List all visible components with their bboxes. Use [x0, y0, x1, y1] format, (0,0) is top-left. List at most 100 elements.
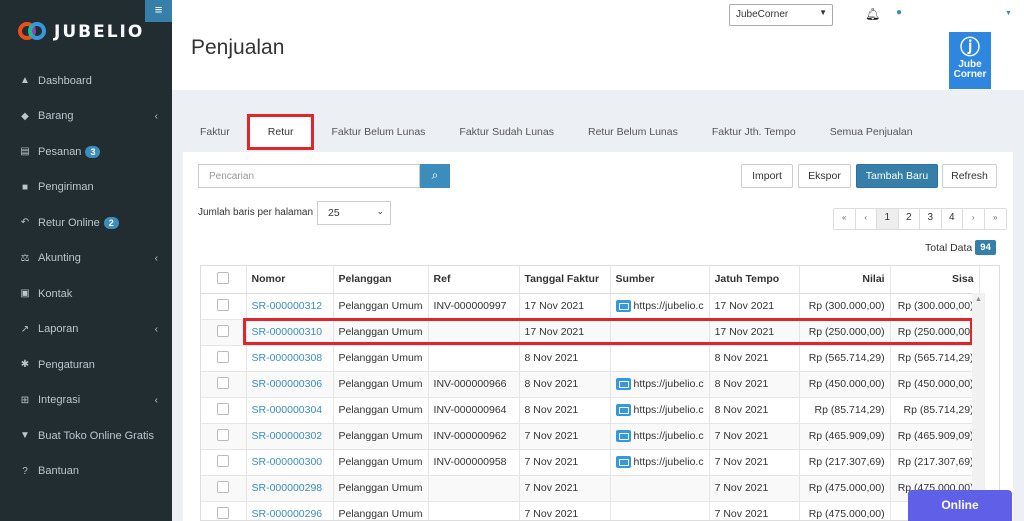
- column-header[interactable]: Nilai: [799, 266, 891, 294]
- hamburger-menu-icon[interactable]: ≡: [145, 0, 172, 22]
- column-header[interactable]: Sisa: [890, 266, 980, 294]
- cell-nomor[interactable]: SR-000000302: [246, 423, 334, 450]
- tab-faktur[interactable]: Faktur: [183, 114, 247, 150]
- row-checkbox[interactable]: [217, 298, 230, 311]
- sidebar-item-pengaturan[interactable]: ✱ Pengaturan: [0, 347, 172, 383]
- row-checkbox[interactable]: [217, 324, 230, 337]
- table-row[interactable]: SR-000000300 Pelanggan Umum INV-000000958 7…: [201, 449, 980, 476]
- cell-tanggal: 17 Nov 2021: [519, 293, 611, 320]
- row-checkbox[interactable]: [217, 376, 230, 389]
- column-header[interactable]: Nomor: [246, 266, 334, 294]
- column-header[interactable]: Tanggal Faktur: [519, 266, 611, 294]
- pagination-page[interactable]: 3: [920, 209, 942, 229]
- column-header[interactable]: Pelanggan: [333, 266, 429, 294]
- export-button[interactable]: Ekspor: [798, 164, 851, 188]
- sales-tabs: Faktur Retur Faktur Belum Lunas Faktur Suda…: [183, 114, 1013, 150]
- store-select-value: JubeCorner: [736, 9, 789, 20]
- row-select-cell: [201, 397, 247, 424]
- cell-nomor[interactable]: SR-000000304: [246, 397, 334, 424]
- table-row[interactable]: SR-000000308 Pelanggan Umum 8 Nov 2021 8 No…: [201, 345, 980, 372]
- cell-nomor[interactable]: SR-000000296: [246, 501, 334, 520]
- cell-pelanggan: Pelanggan Umum: [333, 423, 429, 450]
- cell-pelanggan: Pelanggan Umum: [333, 475, 429, 502]
- sidebar-item-label: Integrasi: [38, 394, 81, 407]
- cell-pelanggan: Pelanggan Umum: [333, 397, 429, 424]
- question-circle-icon: ?: [22, 465, 28, 477]
- sidebar-item-integrasi[interactable]: ⊞ Integrasi ‹: [0, 383, 172, 419]
- table-row[interactable]: SR-000000298 Pelanggan Umum 7 Nov 2021 7 No…: [201, 475, 980, 502]
- table-row[interactable]: SR-000000310 Pelanggan Umum 17 Nov 2021 17 …: [201, 319, 980, 346]
- table-row[interactable]: SR-000000306 Pelanggan Umum INV-000000966 8…: [201, 371, 980, 398]
- column-header[interactable]: Sumber: [610, 266, 710, 294]
- cell-nomor[interactable]: SR-000000310: [246, 319, 334, 346]
- sidebar-item-dashboard[interactable]: ▲ Dashboard: [0, 63, 172, 99]
- scroll-up-icon[interactable]: ▲: [972, 293, 985, 306]
- sidebar-item-label: Buat Toko Online Gratis: [38, 429, 154, 442]
- tab-faktur-belum-lunas[interactable]: Faktur Belum Lunas: [314, 114, 442, 150]
- sidebar-item-akunting[interactable]: ⚖ Akunting ‹: [0, 241, 172, 277]
- pagination-page[interactable]: 4: [941, 209, 963, 229]
- sidebar-item-laporan[interactable]: ↗ Laporan ‹: [0, 312, 172, 348]
- store-select[interactable]: JubeCorner ▼: [729, 4, 833, 26]
- add-new-button[interactable]: Tambah Baru: [856, 164, 938, 188]
- column-header[interactable]: Jatuh Tempo: [709, 266, 800, 294]
- pagination-prev[interactable]: ‹: [855, 209, 877, 229]
- row-checkbox[interactable]: [217, 454, 230, 467]
- search-button[interactable]: ⌕: [420, 164, 450, 188]
- sidebar-item-retur-online[interactable]: ↶ Retur Online 2: [0, 205, 172, 241]
- sidebar-item-pesanan[interactable]: ▤ Pesanan 3: [0, 134, 172, 170]
- pagination-page[interactable]: 2: [898, 209, 920, 229]
- table-row[interactable]: SR-000000312 Pelanggan Umum INV-000000997 1…: [201, 293, 980, 320]
- sidebar-item-pengiriman[interactable]: ■ Pengiriman: [0, 170, 172, 206]
- sidebar-item-bantuan[interactable]: ? Bantuan: [0, 454, 172, 490]
- cell-nomor[interactable]: SR-000000308: [246, 345, 334, 372]
- online-chat-button[interactable]: Online: [908, 490, 1012, 521]
- rows-per-page-select[interactable]: 25 ⌄: [317, 201, 391, 225]
- cell-sumber: https://jubelio.c: [610, 293, 710, 320]
- row-checkbox[interactable]: [217, 506, 230, 519]
- source-url: https://jubelio.c: [633, 377, 704, 390]
- sitemap-icon: ⊞: [20, 394, 30, 406]
- cell-nomor[interactable]: SR-000000312: [246, 293, 334, 320]
- brand-logo[interactable]: JUBELIO: [18, 20, 144, 44]
- search-input[interactable]: Pencarian: [198, 164, 420, 188]
- user-caret-icon[interactable]: ▼: [1005, 10, 1012, 17]
- cell-sisa: Rp (85.714,29): [890, 397, 980, 424]
- table-row[interactable]: SR-000000296 Pelanggan Umum 7 Nov 2021 7 No…: [201, 501, 980, 520]
- row-checkbox[interactable]: [217, 428, 230, 441]
- cell-nomor[interactable]: SR-000000298: [246, 475, 334, 502]
- sidebar-item-buat-toko-online-gratis[interactable]: ▼ Buat Toko Online Gratis: [0, 418, 172, 454]
- import-button[interactable]: Import: [741, 164, 793, 188]
- pagination-page[interactable]: 1: [877, 209, 899, 229]
- table-row[interactable]: SR-000000304 Pelanggan Umum INV-000000964 8…: [201, 397, 980, 424]
- tab-faktur-sudah-lunas[interactable]: Faktur Sudah Lunas: [442, 114, 571, 150]
- pagination-last[interactable]: »: [984, 209, 1006, 229]
- table-row[interactable]: SR-000000302 Pelanggan Umum INV-000000962 7…: [201, 423, 980, 450]
- cell-sisa: Rp (465.909,09): [890, 423, 980, 450]
- tab-retur-belum-lunas[interactable]: Retur Belum Lunas: [571, 114, 695, 150]
- sidebar-item-barang[interactable]: ◆ Barang ‹: [0, 99, 172, 135]
- bell-icon[interactable]: 🔔︎: [865, 7, 880, 21]
- jubelio-logo-icon: [18, 20, 48, 44]
- row-checkbox[interactable]: [217, 402, 230, 415]
- sidebar-item-label: Pesanan: [38, 145, 82, 158]
- row-checkbox[interactable]: [217, 480, 230, 493]
- pagination-next[interactable]: ›: [963, 209, 985, 229]
- select-all-checkbox[interactable]: [217, 271, 230, 284]
- cell-nomor[interactable]: SR-000000300: [246, 449, 334, 476]
- tab-retur[interactable]: Retur: [246, 114, 315, 150]
- row-checkbox[interactable]: [217, 350, 230, 363]
- cell-ref: INV-000000997: [428, 293, 520, 320]
- refresh-button[interactable]: Refresh: [942, 164, 997, 188]
- tab-faktur-jth-tempo[interactable]: Faktur Jth. Tempo: [695, 114, 813, 150]
- sidebar-item-kontak[interactable]: ▣ Kontak: [0, 276, 172, 312]
- pagination: «‹ 1 2 3 4 ›»: [833, 208, 1007, 230]
- column-header[interactable]: Ref: [428, 266, 520, 294]
- user-icon[interactable]: ●: [896, 7, 902, 18]
- row-select-cell: [201, 371, 247, 398]
- table-scrollbar[interactable]: [972, 293, 985, 521]
- pagination-first[interactable]: «: [834, 209, 856, 229]
- cell-nomor[interactable]: SR-000000306: [246, 371, 334, 398]
- tab-semua-penjualan[interactable]: Semua Penjualan: [813, 114, 930, 150]
- cell-sumber: https://jubelio.c: [610, 449, 710, 476]
